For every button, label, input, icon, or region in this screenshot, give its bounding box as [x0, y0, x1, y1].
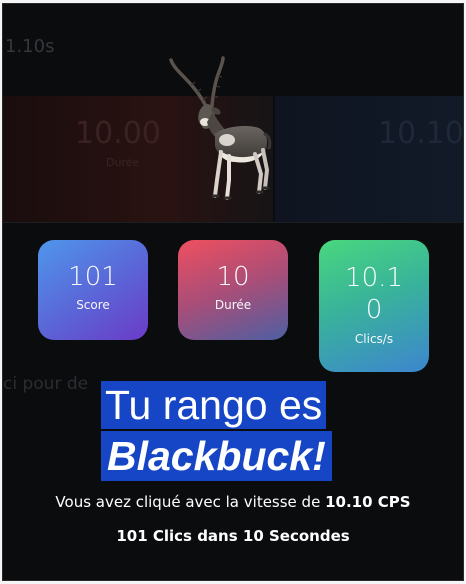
- speed-summary: Vous avez cliqué avec la vitesse de 10.1…: [3, 493, 463, 511]
- background-right-number: 10.10: [378, 116, 464, 151]
- background-timer-label: 1.10s: [5, 36, 55, 57]
- background-right-panel: [275, 96, 463, 222]
- rank-headline: Tu rango es Blackbuck!: [101, 381, 332, 481]
- background-click-prompt: ci pour de: [3, 374, 89, 394]
- speed-summary-value: 10.10 CPS: [325, 493, 411, 511]
- rank-headline-line1: Tu rango es: [101, 381, 327, 429]
- duration-card: 10 Durée: [178, 240, 288, 340]
- score-value: 101: [68, 262, 118, 292]
- background-left-number: 10.00: [75, 116, 161, 151]
- cps-card: 10.10 Clics/s: [319, 240, 429, 372]
- blackbuck-antelope-icon: [169, 56, 272, 200]
- background-left-sub: Durée: [106, 156, 140, 169]
- divider: [3, 222, 463, 223]
- duration-value: 10: [216, 262, 250, 292]
- results-modal: 1.10s 10.00 Durée 10.10 ci pour de 101 S…: [2, 3, 464, 581]
- rank-headline-animal: Blackbuck!: [101, 431, 332, 481]
- speed-summary-prefix: Vous avez cliqué avec la vitesse de: [55, 493, 321, 511]
- page: 1.10s 10.00 Durée 10.10 ci pour de 101 S…: [0, 0, 466, 584]
- cps-value: 10.10: [345, 263, 403, 325]
- duration-label: Durée: [214, 298, 252, 312]
- cps-label: Clics/s: [354, 332, 394, 346]
- score-label: Score: [76, 298, 110, 312]
- score-card: 101 Score: [38, 240, 148, 340]
- clicks-summary: 101 Clics dans 10 Secondes: [116, 527, 350, 545]
